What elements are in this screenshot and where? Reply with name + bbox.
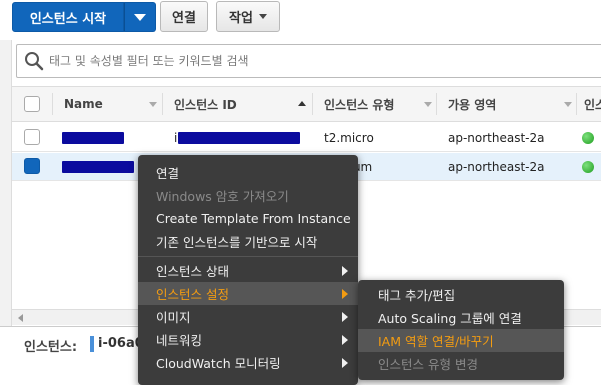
table-row[interactable]: i t2.micro ap-northeast-2a	[12, 124, 601, 152]
redacted-text	[178, 132, 301, 144]
sort-icon	[424, 102, 432, 107]
availability-zone: ap-northeast-2a	[448, 131, 545, 145]
sort-ascending-icon	[298, 101, 306, 106]
column-header-availability-zone[interactable]: 가용 영역	[448, 87, 558, 121]
row-checkbox[interactable]	[24, 158, 40, 174]
submenu-item-attach-to-asg[interactable]: Auto Scaling 그룹에 연결	[358, 306, 564, 329]
instance-settings-submenu: 태그 추가/편집 Auto Scaling 그룹에 연결 IAM 역할 연결/바…	[358, 280, 564, 380]
sort-icon	[564, 102, 572, 107]
actions-button[interactable]: 작업	[216, 1, 280, 32]
menu-item-label: 인스턴스 상태	[156, 264, 229, 279]
menu-item-label: 인스턴스 설정	[156, 287, 229, 302]
chevron-right-icon	[342, 312, 348, 322]
menu-item-label: 네트워킹	[156, 333, 203, 348]
running-status-icon	[582, 132, 594, 144]
column-header-label: 인스	[584, 97, 601, 112]
menu-item-label: 연결	[156, 166, 180, 181]
running-status-icon	[582, 161, 594, 173]
menu-item-label: 기존 인스턴스를 기반으로 시작	[156, 235, 318, 250]
chevron-right-icon	[342, 358, 348, 368]
redacted-text	[62, 161, 134, 173]
column-header-instance-id[interactable]: 인스턴스 ID	[174, 87, 294, 121]
menu-item-label: Windows 암호 가져오기	[156, 189, 289, 204]
redacted-text	[62, 132, 124, 144]
column-header-status[interactable]: 인스	[584, 87, 601, 121]
column-header-label: 인스턴스 ID	[174, 97, 237, 112]
row-checkbox[interactable]	[24, 129, 40, 145]
sort-icon	[149, 102, 157, 107]
menu-item-image[interactable]: 이미지	[138, 305, 358, 328]
menu-item-get-windows-password: Windows 암호 가져오기	[138, 184, 358, 207]
menu-item-create-template[interactable]: Create Template From Instance	[138, 207, 358, 230]
column-header-label: 인스턴스 유형	[324, 97, 395, 112]
instance-type: t2.micro	[324, 131, 374, 145]
column-header-label: 가용 영역	[448, 97, 497, 112]
menu-item-launch-more-like-this[interactable]: 기존 인스턴스를 기반으로 시작	[138, 230, 358, 253]
table-header: Name 인스턴스 ID 인스턴스 유형 가용 영역 인스	[12, 86, 601, 122]
menu-item-connect[interactable]: 연결	[138, 161, 358, 184]
menu-item-label: IAM 역할 연결/바꾸기	[378, 334, 494, 349]
menu-item-networking[interactable]: 네트워킹	[138, 328, 358, 351]
actions-button-label: 작업	[229, 11, 253, 26]
availability-zone: ap-northeast-2a	[448, 160, 545, 174]
column-header-label: Name	[64, 97, 103, 111]
scroll-left-icon[interactable]	[18, 314, 23, 322]
connect-button-label: 연결	[172, 11, 196, 26]
status-cell	[582, 153, 600, 181]
menu-item-instance-settings[interactable]: 인스턴스 설정	[138, 282, 358, 305]
chevron-right-icon	[342, 289, 348, 299]
submenu-item-attach-replace-iam-role[interactable]: IAM 역할 연결/바꾸기	[358, 329, 564, 352]
status-cell	[582, 124, 600, 152]
instance-id: i	[174, 124, 314, 152]
toolbar: 인스턴스 시작 연결 작업	[0, 0, 601, 40]
menu-item-instance-state[interactable]: 인스턴스 상태	[138, 259, 358, 282]
menu-item-label: Auto Scaling 그룹에 연결	[378, 311, 522, 326]
left-panel-edge	[0, 40, 12, 371]
selected-instance-id: i-06a0	[98, 336, 144, 351]
chevron-down-icon	[258, 14, 267, 19]
search-bar[interactable]	[16, 44, 601, 78]
menu-item-label: Create Template From Instance	[156, 211, 351, 226]
search-icon	[25, 52, 44, 71]
submenu-item-change-instance-type: 인스턴스 유형 변경	[358, 352, 564, 375]
details-label: 인스턴스:	[24, 340, 78, 355]
chevron-down-icon	[134, 13, 146, 21]
instance-name	[62, 124, 152, 152]
select-all-checkbox[interactable]	[24, 96, 40, 112]
menu-item-label: 인스턴스 유형 변경	[378, 357, 478, 372]
selection-marker	[90, 336, 94, 352]
menu-item-label: 이미지	[156, 310, 191, 325]
submenu-item-add-edit-tags[interactable]: 태그 추가/편집	[358, 283, 564, 306]
menu-item-label: 태그 추가/편집	[378, 288, 456, 303]
launch-dropdown-button[interactable]	[124, 2, 156, 32]
connect-button[interactable]: 연결	[160, 1, 208, 32]
search-input[interactable]	[47, 53, 587, 69]
chevron-right-icon	[342, 266, 348, 276]
chevron-right-icon	[342, 335, 348, 345]
menu-separator	[138, 256, 358, 257]
menu-item-label: CloudWatch 모니터링	[156, 356, 281, 371]
actions-context-menu: 연결 Windows 암호 가져오기 Create Template From …	[138, 155, 358, 385]
launch-instance-button[interactable]: 인스턴스 시작	[12, 2, 124, 32]
column-header-instance-type[interactable]: 인스턴스 유형	[324, 87, 429, 121]
